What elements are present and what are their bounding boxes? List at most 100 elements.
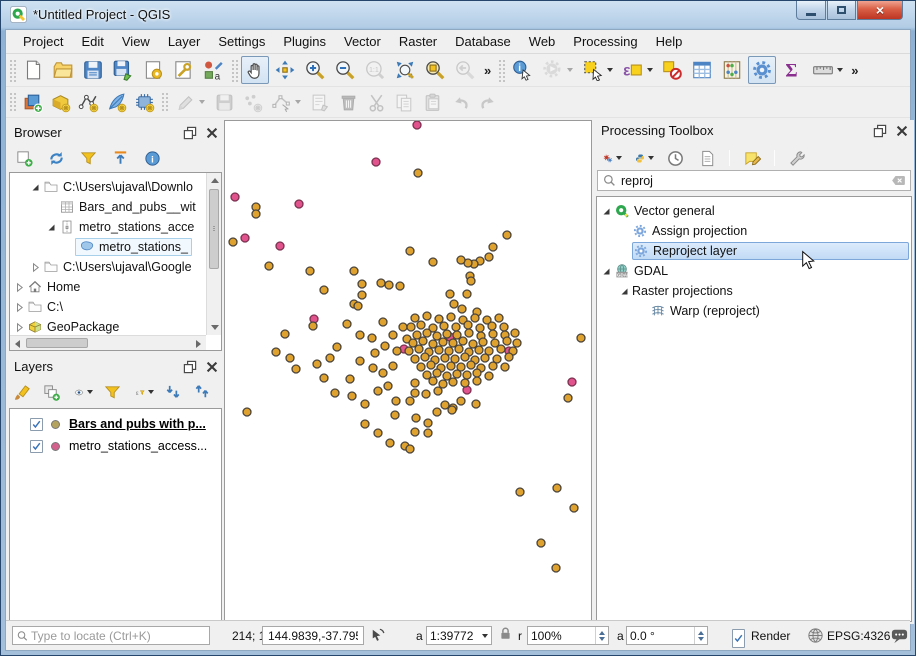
- results-viewer-button[interactable]: [695, 146, 719, 170]
- delete-selected-button[interactable]: [335, 89, 361, 115]
- refresh-button[interactable]: [44, 146, 68, 170]
- menu-view[interactable]: View: [113, 31, 159, 52]
- layer-visibility-checkbox[interactable]: [30, 417, 43, 431]
- browser-vertical-scrollbar[interactable]: [206, 173, 221, 335]
- tree-item-raster-projections[interactable]: Raster projections: [597, 281, 911, 301]
- toolbar-handle[interactable]: [8, 58, 16, 82]
- expander-open-icon[interactable]: [46, 222, 57, 233]
- feature-action-button[interactable]: [538, 56, 576, 84]
- browser-horizontal-scrollbar[interactable]: [10, 335, 206, 350]
- menu-help[interactable]: Help: [647, 31, 692, 52]
- magnifier-spinbox[interactable]: 100%: [527, 626, 609, 645]
- clear-search-icon[interactable]: [891, 173, 906, 188]
- vertex-tool-button[interactable]: [267, 89, 305, 115]
- styling-panel-button[interactable]: [12, 380, 33, 404]
- expander-closed-icon[interactable]: [14, 282, 25, 293]
- save-edits-button[interactable]: [211, 89, 237, 115]
- folder-open-button[interactable]: [49, 56, 77, 84]
- pan-selection-button[interactable]: [271, 56, 299, 84]
- spinner-arrows-icon[interactable]: [595, 627, 608, 644]
- map-canvas[interactable]: [224, 120, 592, 624]
- cut-button[interactable]: [363, 89, 389, 115]
- toolbar-handle[interactable]: [230, 58, 238, 82]
- close-panel-icon[interactable]: [204, 359, 220, 375]
- add-feature-button[interactable]: [239, 89, 265, 115]
- new-shapefile-button[interactable]: [75, 89, 101, 115]
- extents-tracking-icon[interactable]: [368, 626, 387, 645]
- expander-open-icon[interactable]: [30, 182, 41, 193]
- python-button[interactable]: [631, 146, 655, 170]
- scale-combobox[interactable]: 1:39772: [426, 626, 492, 645]
- minimize-button[interactable]: [796, 1, 826, 20]
- toolbox-search-input[interactable]: [617, 173, 891, 188]
- edit-in-place-button[interactable]: [740, 146, 764, 170]
- data-source-manager-button[interactable]: [19, 89, 45, 115]
- toolbar-overflow-icon[interactable]: »: [847, 63, 862, 78]
- menu-vector[interactable]: Vector: [335, 31, 390, 52]
- collapse-all-button[interactable]: [192, 380, 213, 404]
- new-layout-button[interactable]: [139, 56, 167, 84]
- tree-item-metro-stations-acce[interactable]: metro_stations_acce: [10, 217, 206, 237]
- options-wrench-button[interactable]: [785, 146, 809, 170]
- add-selected-layer-button[interactable]: [12, 146, 36, 170]
- menu-web[interactable]: Web: [520, 31, 565, 52]
- measure-button[interactable]: [808, 56, 846, 84]
- expander-closed-icon[interactable]: [30, 262, 41, 273]
- menu-processing[interactable]: Processing: [564, 31, 646, 52]
- menu-plugins[interactable]: Plugins: [274, 31, 335, 52]
- history-button[interactable]: [663, 146, 687, 170]
- menu-project[interactable]: Project: [14, 31, 72, 52]
- filter-funnel-button[interactable]: [102, 380, 123, 404]
- tree-item-metro-stations[interactable]: metro_stations_: [10, 237, 206, 257]
- sum-statistics-button[interactable]: Σ: [778, 56, 806, 84]
- expand-all-button[interactable]: [163, 380, 184, 404]
- project-new-button[interactable]: [19, 56, 47, 84]
- select-expression-button[interactable]: ε: [618, 56, 656, 84]
- toolbar-handle[interactable]: [160, 91, 168, 113]
- tree-item-reproject-layer[interactable]: Reproject layer: [597, 241, 911, 261]
- manage-themes-button[interactable]: [70, 380, 94, 404]
- locate-bar[interactable]: [12, 626, 210, 645]
- zoom-in-button[interactable]: [301, 56, 329, 84]
- close-button[interactable]: ×: [857, 1, 903, 20]
- identify-button[interactable]: i: [508, 56, 536, 84]
- crs-globe-icon[interactable]: [806, 626, 825, 645]
- layer-item-metro-stations[interactable]: metro_stations_access...: [10, 435, 221, 457]
- locate-input[interactable]: [29, 627, 206, 644]
- render-checkbox[interactable]: [732, 629, 745, 648]
- tree-item-c[interactable]: C:\: [10, 297, 206, 317]
- menu-raster[interactable]: Raster: [390, 31, 446, 52]
- zoom-last-button[interactable]: [451, 56, 479, 84]
- layer-visibility-checkbox[interactable]: [30, 439, 43, 453]
- messages-icon[interactable]: [890, 626, 909, 645]
- new-spatialite-button[interactable]: [103, 89, 129, 115]
- deselect-button[interactable]: [658, 56, 686, 84]
- add-group-button[interactable]: [41, 380, 62, 404]
- zoom-native-button[interactable]: 1:1: [361, 56, 389, 84]
- expander-closed-icon[interactable]: [14, 322, 25, 333]
- paste-button[interactable]: [419, 89, 445, 115]
- new-geopackage-button[interactable]: [47, 89, 73, 115]
- tree-item-home[interactable]: Home: [10, 277, 206, 297]
- menu-edit[interactable]: Edit: [72, 31, 112, 52]
- pan-hand-button[interactable]: [241, 56, 269, 84]
- filter-expression-button[interactable]: ε: [131, 380, 155, 404]
- lock-scale-icon[interactable]: [498, 626, 513, 641]
- tree-item-vector-general[interactable]: Vector general: [597, 201, 911, 221]
- zoom-full-button[interactable]: [391, 56, 419, 84]
- undo-button[interactable]: [447, 89, 473, 115]
- menu-settings[interactable]: Settings: [209, 31, 274, 52]
- close-panel-icon[interactable]: [894, 123, 910, 139]
- expander-open-icon[interactable]: [601, 206, 612, 217]
- float-panel-icon[interactable]: [182, 359, 198, 375]
- menu-database[interactable]: Database: [446, 31, 520, 52]
- style-manager-button[interactable]: a: [199, 56, 227, 84]
- collapse-tree-button[interactable]: [108, 146, 132, 170]
- float-panel-icon[interactable]: [182, 125, 198, 141]
- layer-item-bars-and-pubs[interactable]: Bars and pubs with p...: [10, 413, 221, 435]
- crs-value[interactable]: EPSG:4326: [827, 626, 890, 645]
- expander-open-icon[interactable]: [601, 266, 612, 277]
- spinner-arrows-icon[interactable]: [694, 627, 707, 644]
- rotation-spinbox[interactable]: 0.0 °: [626, 626, 708, 645]
- close-panel-icon[interactable]: [204, 125, 220, 141]
